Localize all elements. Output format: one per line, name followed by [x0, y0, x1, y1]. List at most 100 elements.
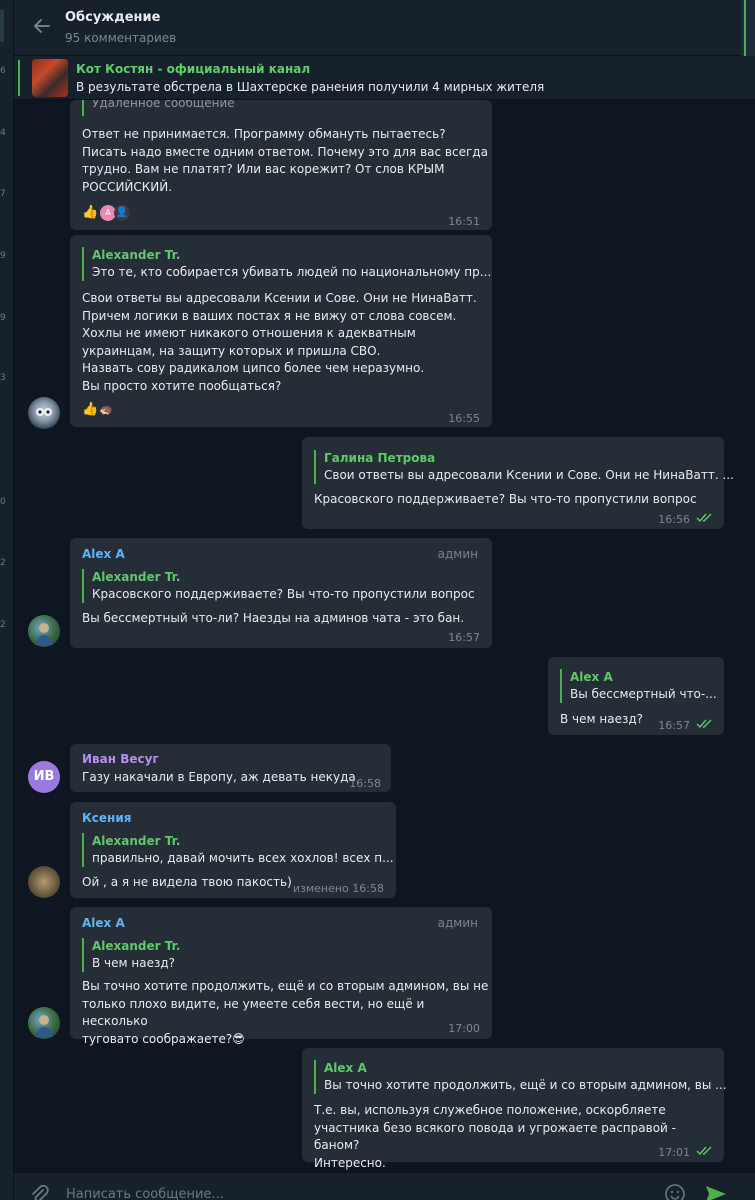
avatar-kseniya[interactable] — [28, 866, 60, 898]
reply-quote[interactable]: Alexander Tr. Красовского поддерживаете?… — [82, 569, 475, 603]
avatar-initials[interactable]: ИВ — [28, 761, 60, 793]
reply-quote-text: правильно, давай мочить всех хохлов! все… — [92, 851, 394, 865]
reply-quote-text: Удаленное сообщение — [92, 100, 235, 110]
double-check-icon — [696, 719, 712, 729]
sidebar-mark: 6 — [0, 66, 6, 76]
sidebar-mark: 9 — [0, 251, 6, 261]
reply-quote[interactable]: Галина Петрова Свои ответы вы адресовали… — [314, 450, 734, 484]
message-time: изменено 16:58 — [292, 882, 384, 895]
paperclip-icon[interactable] — [28, 1183, 50, 1200]
message-time: 16:57 — [448, 631, 480, 644]
reply-quote-author: Alexander Tr. — [92, 248, 181, 262]
message-bubble[interactable]: Ксения Alexander Tr. правильно, давай мо… — [70, 802, 396, 898]
message-text: Газу накачали в Европу, аж девать некуда — [82, 770, 356, 784]
person-icon — [35, 1015, 53, 1037]
pinned-accent-line — [18, 60, 20, 96]
pinned-thumbnail — [32, 59, 68, 97]
message-bubble-outgoing[interactable]: Галина Петрова Свои ответы вы адресовали… — [302, 437, 734, 529]
message-input-bar: Написать сообщение... — [14, 1172, 755, 1200]
message-input[interactable]: Написать сообщение... — [66, 1187, 224, 1200]
message-time: 16:51 — [448, 215, 480, 228]
arrow-left-icon — [34, 19, 50, 33]
avatar-initials-text: ИВ — [33, 769, 55, 784]
right-panel-edge — [741, 0, 755, 56]
message-time: 17:01 — [658, 1146, 690, 1159]
sidebar-mark: 2 — [0, 620, 6, 630]
reply-quote-author: Галина Петрова — [324, 451, 436, 465]
hedgehog-icon: 🦔 — [99, 403, 113, 416]
message-bubble-outgoing[interactable]: Alex A Вы точно хотите продолжить, ещё и… — [302, 1048, 727, 1170]
reply-quote[interactable]: Alex A Вы бессмертный что-... — [560, 669, 717, 703]
header-title: Обсуждение — [65, 10, 161, 25]
reply-quote-author: Alexander Tr. — [92, 570, 181, 584]
emoji-icon[interactable] — [664, 1183, 686, 1200]
message-text: В чем наезд? — [560, 712, 644, 726]
reply-quote[interactable]: Alexander Tr. правильно, давай мочить вс… — [82, 833, 394, 867]
thumbs-up-icon: 👍 — [82, 402, 99, 417]
message-text: Ой , а я не видела твою пакость) — [82, 875, 292, 889]
admin-badge: админ — [437, 547, 478, 561]
message-text: Вы точно хотите продолжить, ещё и со вто… — [82, 979, 489, 1046]
sidebar-mark: 3 — [0, 373, 6, 383]
avatar-owl[interactable] — [28, 397, 60, 429]
sidebar-active-marker — [0, 10, 4, 42]
message-time: 16:57 — [658, 719, 690, 732]
reply-quote[interactable]: Alexander Tr. Это те, кто собирается уби… — [82, 247, 491, 281]
header-subtitle: 95 комментариев — [65, 31, 177, 45]
message-bubble[interactable]: Иван Весуг Газу накачали в Европу, аж де… — [70, 744, 391, 792]
person-icon — [35, 623, 53, 645]
sidebar-mark: 4 — [0, 128, 6, 138]
chat-header: Обсуждение 95 комментариев — [14, 0, 755, 56]
reply-quote-author: Alexander Tr. — [92, 834, 181, 848]
message-bubble[interactable]: Alex A админ Alexander Tr. Красовского п… — [70, 538, 492, 648]
sidebar-mark: 9 — [0, 313, 6, 323]
reactions[interactable]: 👍 🦔 — [82, 401, 114, 419]
left-sidebar-strip: 6 4 7 9 9 3 0 2 2 — [0, 0, 14, 1200]
sidebar-mark: 2 — [0, 558, 6, 568]
sender-name[interactable]: Alex A — [82, 546, 125, 564]
admin-badge: админ — [437, 916, 478, 930]
sidebar-mark: 7 — [0, 189, 6, 199]
pinned-text: В результате обстрела в Шахтерске ранени… — [76, 80, 545, 94]
avatar-alex-a[interactable] — [28, 615, 60, 647]
reactions[interactable]: 👍 A 👤 — [82, 204, 130, 222]
message-bubble[interactable]: Alex A админ Alexander Tr. В чем наезд? … — [70, 907, 492, 1046]
pinned-title: Кот Костян - официальный канал — [76, 62, 311, 76]
back-button[interactable] — [30, 14, 54, 38]
message-text: Вы бессмертный что-ли? Наезды на админов… — [82, 611, 465, 625]
reply-quote-text: Красовского поддерживаете? Вы что-то про… — [92, 587, 475, 601]
reply-quote-text: Свои ответы вы адресовали Ксении и Сове.… — [324, 468, 734, 482]
message-text: Свои ответы вы адресовали Ксении и Сове.… — [82, 291, 477, 393]
message-time: 16:58 — [349, 777, 381, 790]
reply-quote[interactable]: Удаленное сообщение — [82, 100, 235, 116]
double-check-icon — [696, 1146, 712, 1156]
reply-quote-author: Alex A — [570, 670, 613, 684]
sender-name[interactable]: Иван Весуг — [82, 751, 159, 769]
double-check-icon — [696, 513, 712, 523]
message-text: Красовского поддерживаете? Вы что-то про… — [314, 492, 697, 506]
message-time: 17:00 — [448, 1022, 480, 1035]
message-text: Ответ не принимается. Программу обмануть… — [82, 127, 488, 194]
message-text: Т.е. вы, используя служебное положение, … — [314, 1103, 676, 1170]
reply-quote[interactable]: Alexander Tr. В чем наезд? — [82, 938, 180, 972]
reply-quote-text: В чем наезд? — [92, 956, 176, 970]
sender-name[interactable]: Ксения — [82, 810, 131, 828]
reply-quote-author: Alex A — [324, 1061, 367, 1075]
reactor-avatar-icon: 👤 — [114, 205, 130, 221]
avatar-alex-a[interactable] — [28, 1007, 60, 1039]
message-bubble[interactable]: Alexander Tr. Это те, кто собирается уби… — [70, 235, 492, 427]
sidebar-mark: 0 — [0, 497, 6, 507]
message-time: 16:56 — [658, 513, 690, 526]
reply-quote-author: Alexander Tr. — [92, 939, 181, 953]
owl-icon — [36, 408, 52, 416]
send-icon[interactable] — [704, 1184, 728, 1200]
reply-quote-text: Это те, кто собирается убивать людей по … — [92, 265, 492, 279]
message-time: 16:55 — [448, 412, 480, 425]
thumbs-up-icon: 👍 — [82, 205, 99, 220]
reply-quote-text: Вы точно хотите продолжить, ещё и со вто… — [324, 1078, 727, 1092]
pinned-message[interactable]: Кот Костян - официальный канал В результ… — [14, 56, 755, 100]
sender-name[interactable]: Alex A — [82, 915, 125, 933]
reply-quote[interactable]: Alex A Вы точно хотите продолжить, ещё и… — [314, 1060, 727, 1094]
message-bubble[interactable]: Удаленное сообщение Ответ не принимается… — [70, 100, 492, 230]
message-bubble-outgoing[interactable]: Alex A Вы бессмертный что-... В чем наез… — [548, 657, 724, 735]
